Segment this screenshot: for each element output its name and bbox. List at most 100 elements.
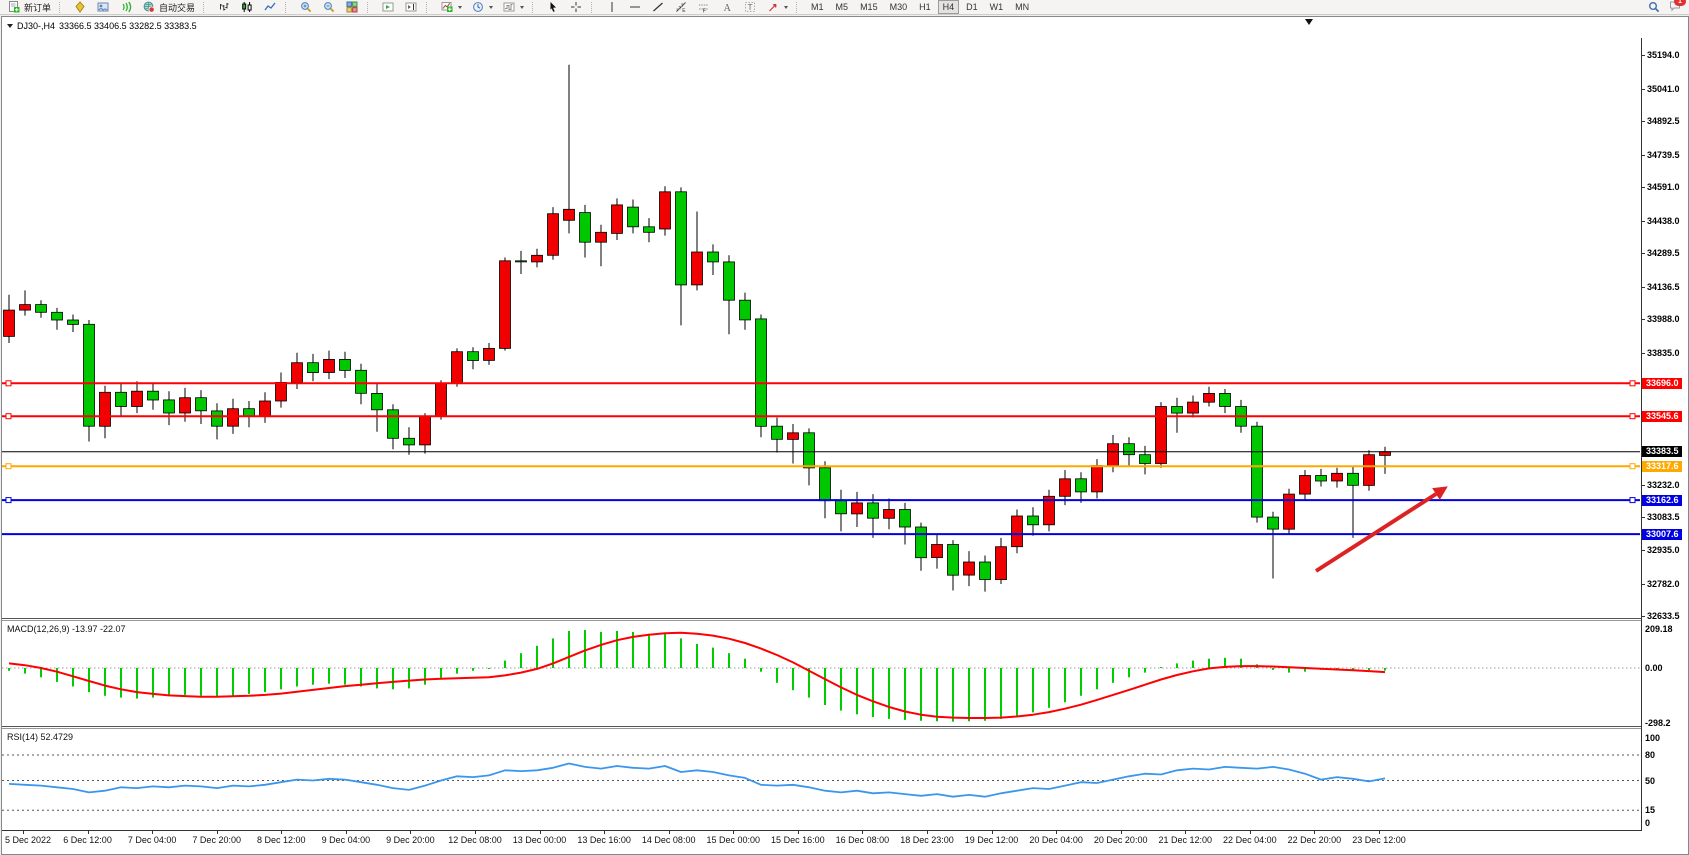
- candle-bear: [868, 503, 879, 518]
- tile-windows-icon[interactable]: [341, 1, 362, 14]
- candle-bear: [1348, 473, 1359, 485]
- shapes-icon[interactable]: [762, 1, 791, 14]
- channel-icon[interactable]: F: [693, 1, 714, 14]
- level-handle[interactable]: [6, 498, 11, 503]
- candle-bull: [500, 261, 511, 349]
- timeframe-d1-button[interactable]: D1: [961, 0, 983, 14]
- periods-icon[interactable]: [467, 1, 496, 14]
- candle-bear: [36, 305, 47, 313]
- candle-bull: [964, 562, 975, 575]
- candle-bear: [676, 192, 687, 285]
- price-tick-mark: [1642, 187, 1645, 188]
- horizontal-line-icon[interactable]: [624, 1, 645, 14]
- pane-separator[interactable]: [2, 618, 1642, 619]
- level-handle[interactable]: [6, 464, 11, 469]
- candle-bear: [756, 319, 767, 426]
- zoom-in-icon[interactable]: [295, 1, 316, 14]
- auto-trading-button[interactable]: 自动交易: [138, 1, 198, 14]
- level-handle[interactable]: [6, 414, 11, 419]
- price-badge-33317.6: 33317.6: [1642, 461, 1682, 472]
- text-tool-icon[interactable]: A: [716, 1, 737, 14]
- new-order-button[interactable]: 新订单: [3, 1, 54, 14]
- macd-pane[interactable]: [2, 622, 1642, 726]
- trendline-icon[interactable]: [647, 1, 668, 14]
- candle-bear: [724, 262, 735, 300]
- time-tick-mark: [540, 831, 541, 834]
- chart-shift-icon[interactable]: [400, 1, 421, 14]
- fibonacci-icon: E: [673, 1, 688, 14]
- candle-bull: [548, 214, 559, 256]
- add-indicator-icon[interactable]: [436, 1, 465, 14]
- price-tick-label: 32782.0: [1647, 579, 1680, 589]
- time-tick-mark: [217, 831, 218, 834]
- timeframe-h1-button[interactable]: H1: [914, 0, 936, 14]
- level-handle[interactable]: [1630, 498, 1635, 503]
- candle-bear: [356, 370, 367, 393]
- price-tick-mark: [1642, 55, 1645, 56]
- timeframe-mn-button[interactable]: MN: [1010, 0, 1034, 14]
- time-axis[interactable]: 5 Dec 20226 Dec 12:007 Dec 04:007 Dec 20…: [2, 830, 1642, 851]
- time-tick-mark: [604, 831, 605, 834]
- chart-window: DJ30-,H4 33366.5 33406.5 33282.5 33383.5…: [1, 16, 1689, 855]
- timeframe-h4-button[interactable]: H4: [938, 0, 960, 14]
- line-chart-icon[interactable]: [259, 1, 280, 14]
- cursor-icon[interactable]: [542, 1, 563, 14]
- vertical-line-icon[interactable]: [601, 1, 622, 14]
- chart-shift-marker[interactable]: [1305, 19, 1313, 25]
- candle-bull: [100, 392, 111, 426]
- fibonacci-icon[interactable]: E: [670, 1, 691, 14]
- time-tick-label: 22 Dec 20:00: [1288, 835, 1342, 845]
- pane-separator[interactable]: [2, 726, 1642, 727]
- horizontal-levels-layer: [2, 381, 1640, 534]
- main-chart-area[interactable]: [2, 38, 1642, 618]
- timeframe-w1-button[interactable]: W1: [985, 0, 1009, 14]
- chevron-down-icon: [520, 6, 524, 9]
- level-handle[interactable]: [6, 381, 11, 386]
- trend-arrow-annotation[interactable]: [1316, 486, 1448, 571]
- candle-bear: [68, 320, 79, 324]
- price-tick-label: 32935.0: [1647, 545, 1680, 555]
- candle-bear: [148, 391, 159, 400]
- level-handle[interactable]: [1630, 464, 1635, 469]
- time-tick-label: 9 Dec 20:00: [386, 835, 435, 845]
- level-handle[interactable]: [1630, 381, 1635, 386]
- signals-icon[interactable]: [115, 1, 136, 14]
- symbol-period-label: DJ30-,H4: [17, 21, 55, 31]
- auto-scroll-icon[interactable]: [377, 1, 398, 14]
- trendline-icon: [650, 1, 665, 14]
- level-handle[interactable]: [1630, 414, 1635, 419]
- label-tool-icon[interactable]: T: [739, 1, 760, 14]
- templates-icon[interactable]: [498, 1, 527, 14]
- svg-text:F: F: [702, 9, 706, 14]
- chat-notification-button[interactable]: 1: [1667, 0, 1682, 14]
- time-tick-label: 20 Dec 04:00: [1029, 835, 1083, 845]
- rsi-pane[interactable]: [2, 730, 1642, 828]
- candle-bull: [276, 382, 287, 401]
- candle-bull: [436, 384, 447, 417]
- symbol-dropdown-icon[interactable]: [7, 24, 13, 28]
- candle-bull: [292, 363, 303, 383]
- search-icon[interactable]: [1646, 1, 1661, 14]
- bar-chart-icon[interactable]: [213, 1, 234, 14]
- timeframe-m5-button[interactable]: M5: [831, 0, 854, 14]
- svg-text:E: E: [682, 8, 686, 13]
- price-tick-mark: [1642, 253, 1645, 254]
- navigator-icon[interactable]: [92, 1, 113, 14]
- timeframe-m15-button[interactable]: M15: [855, 0, 883, 14]
- time-tick-mark: [23, 831, 24, 834]
- timeframe-m30-button[interactable]: M30: [885, 0, 913, 14]
- tile-windows-icon: [344, 1, 359, 14]
- candle-bear: [1220, 393, 1231, 406]
- periods-icon: [470, 1, 485, 14]
- price-tick-label: 34892.5: [1647, 116, 1680, 126]
- candle-bull: [612, 205, 623, 234]
- market-watch-icon[interactable]: [69, 1, 90, 14]
- price-tick-mark: [1642, 517, 1645, 518]
- crosshair-icon[interactable]: [565, 1, 586, 14]
- time-tick-label: 20 Dec 20:00: [1094, 835, 1148, 845]
- timeframe-m1-button[interactable]: M1: [806, 0, 829, 14]
- chevron-down-icon: [458, 6, 462, 9]
- zoom-out-icon[interactable]: [318, 1, 339, 14]
- shapes-icon: [765, 1, 780, 14]
- candle-chart-icon[interactable]: [236, 1, 257, 14]
